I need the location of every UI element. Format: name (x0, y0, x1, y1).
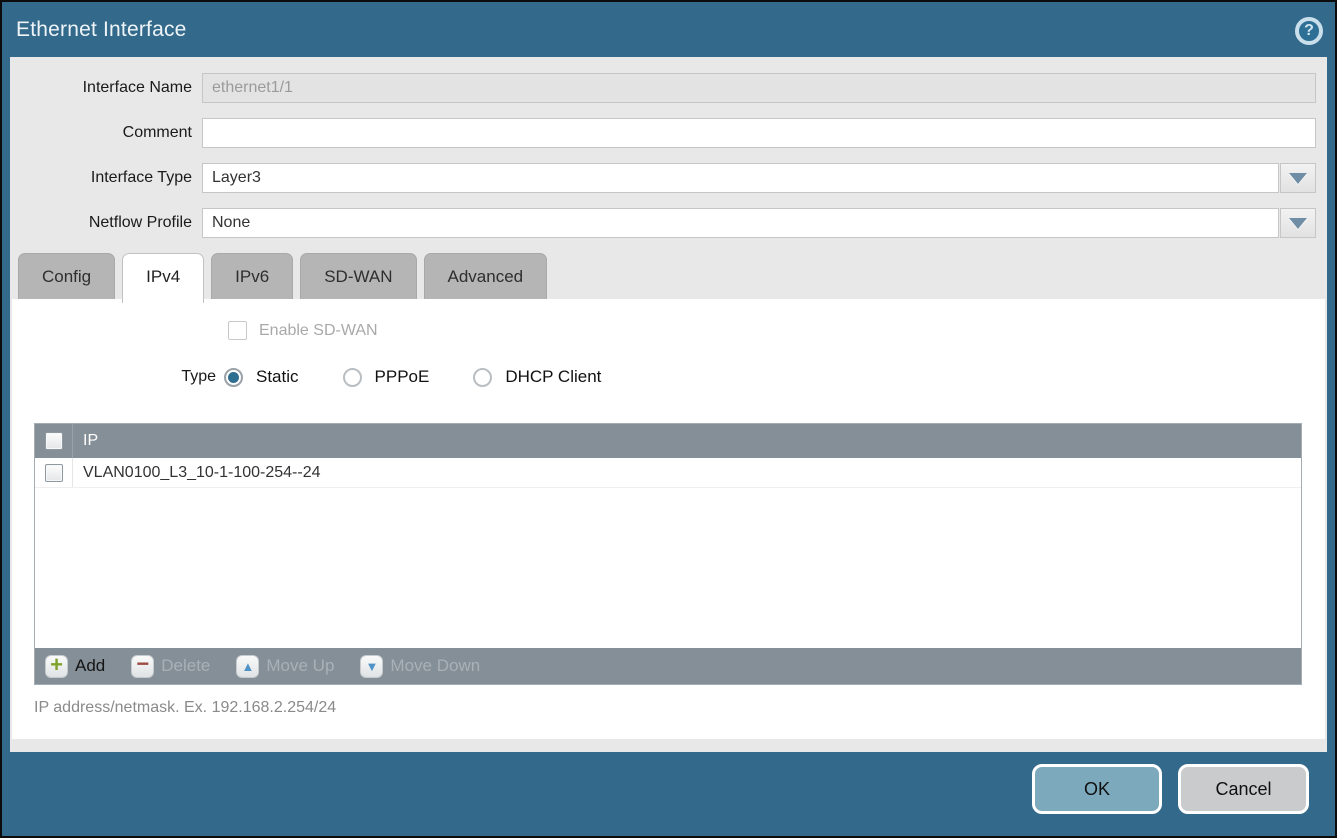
netflow-profile-label: Netflow Profile (10, 214, 202, 232)
dialog-content: Interface Name Comment Interface Type (10, 57, 1327, 752)
interface-name-input (202, 73, 1316, 103)
type-label: Type (12, 368, 224, 386)
radio-dhcp-client-label: DHCP Client (505, 367, 601, 387)
netflow-profile-dropdown-button[interactable] (1280, 208, 1316, 238)
move-up-button-label: Move Up (266, 656, 334, 676)
ipv4-tab-panel: Enable SD-WAN Type Static PPPoE (12, 299, 1325, 739)
delete-button: − Delete (131, 655, 210, 678)
tab-ipv6[interactable]: IPv6 (211, 253, 293, 299)
cancel-button[interactable]: Cancel (1178, 764, 1309, 814)
radio-pppoe-circle (343, 368, 362, 387)
dialog-frame: Ethernet Interface ? Interface Name Comm… (2, 2, 1335, 836)
move-up-icon: ▲ (236, 655, 259, 678)
enable-sdwan-row: Enable SD-WAN (228, 321, 378, 340)
radio-dhcp-client-circle (473, 368, 492, 387)
radio-pppoe[interactable]: PPPoE (343, 367, 430, 387)
delete-icon: − (131, 655, 154, 678)
ip-table-body: VLAN0100_L3_10-1-100-254--24 (35, 458, 1301, 648)
table-row[interactable]: VLAN0100_L3_10-1-100-254--24 (35, 458, 1301, 488)
comment-label: Comment (10, 124, 202, 142)
interface-type-dropdown-button[interactable] (1280, 163, 1316, 193)
tab-bar: Config IPv4 IPv6 SD-WAN Advanced (18, 253, 1327, 299)
row-netflow-profile: Netflow Profile (10, 208, 1327, 238)
add-icon: + (45, 655, 68, 678)
radio-static-circle (224, 368, 243, 387)
type-radio-group: Type Static PPPoE DHCP Client (12, 367, 601, 387)
ip-table-toolbar: + Add − Delete ▲ Move Up (35, 648, 1301, 684)
tab-advanced[interactable]: Advanced (424, 253, 548, 299)
move-up-button: ▲ Move Up (236, 655, 334, 678)
dialog-title: Ethernet Interface (16, 18, 187, 42)
enable-sdwan-label: Enable SD-WAN (259, 322, 378, 340)
move-down-icon: ▼ (360, 655, 383, 678)
help-icon[interactable]: ? (1295, 17, 1323, 45)
row-comment: Comment (10, 118, 1327, 148)
chevron-down-icon (1289, 218, 1307, 229)
netflow-profile-input[interactable] (202, 208, 1279, 238)
enable-sdwan-checkbox (228, 321, 247, 340)
add-button-label: Add (75, 656, 105, 676)
tab-ipv4[interactable]: IPv4 (122, 253, 204, 303)
dialog-titlebar: Ethernet Interface ? (2, 2, 1335, 57)
dialog-footer: OK Cancel (2, 752, 1335, 836)
ip-column-header: IP (73, 432, 98, 450)
ip-hint-text: IP address/netmask. Ex. 192.168.2.254/24 (34, 699, 336, 717)
radio-dhcp-client[interactable]: DHCP Client (473, 367, 601, 387)
row-checkbox[interactable] (45, 464, 63, 482)
row-interface-name: Interface Name (10, 73, 1327, 103)
move-down-button-label: Move Down (390, 656, 480, 676)
comment-input[interactable] (202, 118, 1316, 148)
delete-button-label: Delete (161, 656, 210, 676)
ip-table-header: IP (35, 424, 1301, 458)
ip-cell: VLAN0100_L3_10-1-100-254--24 (73, 464, 321, 482)
radio-static[interactable]: Static (224, 367, 299, 387)
tab-config[interactable]: Config (18, 253, 115, 299)
add-button[interactable]: + Add (45, 655, 105, 678)
row-interface-type: Interface Type (10, 163, 1327, 193)
interface-type-label: Interface Type (10, 169, 202, 187)
interface-name-label: Interface Name (10, 79, 202, 97)
move-down-button: ▼ Move Down (360, 655, 480, 678)
ok-button[interactable]: OK (1032, 764, 1162, 814)
select-all-checkbox[interactable] (45, 432, 63, 450)
radio-static-label: Static (256, 367, 299, 387)
interface-type-input[interactable] (202, 163, 1279, 193)
tab-sdwan[interactable]: SD-WAN (300, 253, 416, 299)
radio-pppoe-label: PPPoE (375, 367, 430, 387)
ip-table: IP VLAN0100_L3_10-1-100-254--24 + (34, 423, 1302, 685)
help-glyph: ? (1304, 22, 1314, 40)
radio-selected-dot (228, 372, 239, 383)
chevron-down-icon (1289, 173, 1307, 184)
